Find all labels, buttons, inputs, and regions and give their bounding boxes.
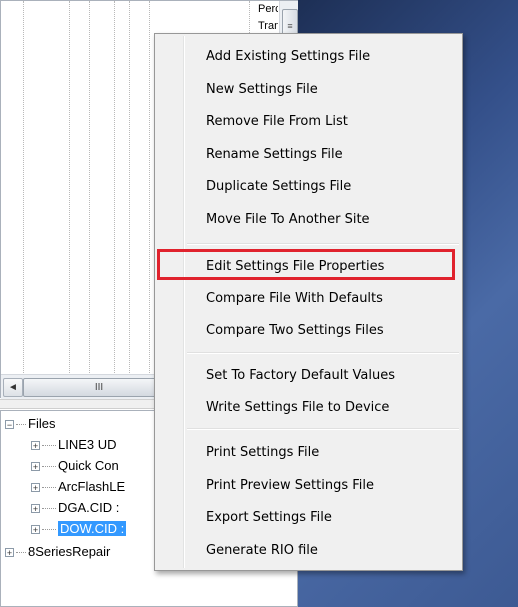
tree-connector <box>42 529 56 531</box>
menu-separator <box>187 428 459 430</box>
tree-item-label: Quick Con <box>58 458 119 473</box>
tree-item-label: DOW.CID : <box>58 521 127 536</box>
expand-icon[interactable]: + <box>31 525 40 535</box>
tree-item[interactable]: + ArcFlashLE <box>31 477 125 497</box>
menu-separator <box>187 352 459 354</box>
menu-item-move-file-to-another-site[interactable]: Move File To Another Site <box>206 208 370 232</box>
menu-item-duplicate-settings-file[interactable]: Duplicate Settings File <box>206 175 351 199</box>
grid-line <box>69 1 70 373</box>
tree-connector <box>42 466 56 468</box>
menu-item-generate-rio-file[interactable]: Generate RIO file <box>206 539 318 563</box>
grid-line <box>23 1 24 373</box>
expand-icon[interactable]: + <box>31 504 40 514</box>
grid-line <box>89 1 90 373</box>
grid-line <box>149 1 150 373</box>
tree-connector <box>42 445 56 447</box>
expand-icon[interactable]: + <box>5 548 14 558</box>
tree-node[interactable]: Perce <box>258 1 278 18</box>
menu-item-rename-settings-file[interactable]: Rename Settings File <box>206 143 343 167</box>
tree-connector <box>16 424 26 426</box>
scroll-left-arrow-icon[interactable]: ◄ <box>3 378 23 397</box>
tree-root-label: Files <box>28 416 56 431</box>
tree-item[interactable]: + DGA.CID : <box>31 498 119 518</box>
menu-item-print-preview-settings-file[interactable]: Print Preview Settings File <box>206 474 374 498</box>
tree-item-label: ArcFlashLE <box>58 479 126 494</box>
menu-item-remove-file-from-list[interactable]: Remove File From List <box>206 110 348 134</box>
grid-line <box>114 1 115 373</box>
grid-line <box>129 1 130 373</box>
menu-item-compare-two-settings-files[interactable]: Compare Two Settings Files <box>206 319 384 343</box>
menu-item-export-settings-file[interactable]: Export Settings File <box>206 506 332 530</box>
tree-root-8seriesrepair[interactable]: +8SeriesRepair <box>5 542 110 562</box>
context-menu: Add Existing Settings File New Settings … <box>154 33 463 571</box>
tree-item-label: DGA.CID : <box>58 500 120 515</box>
tree-item-selected[interactable]: + DOW.CID : <box>31 519 127 539</box>
menu-item-print-settings-file[interactable]: Print Settings File <box>206 441 319 465</box>
tree-connector <box>16 552 26 554</box>
tree-connector <box>42 508 56 510</box>
collapse-icon[interactable]: − <box>5 420 14 430</box>
tree-snippet: Perce Trans <box>258 1 278 35</box>
expand-icon[interactable]: + <box>31 441 40 451</box>
menu-item-write-settings-file-to-device[interactable]: Write Settings File to Device <box>206 396 389 420</box>
menu-item-edit-settings-file-properties[interactable]: Edit Settings File Properties <box>206 255 384 279</box>
menu-separator <box>187 243 459 245</box>
tree-item[interactable]: + LINE3 UD <box>31 435 117 455</box>
menu-item-compare-file-with-defaults[interactable]: Compare File With Defaults <box>206 287 383 311</box>
expand-icon[interactable]: + <box>31 462 40 472</box>
tree-root-label: 8SeriesRepair <box>28 544 111 559</box>
horizontal-scroll-thumb[interactable]: III <box>23 378 175 397</box>
menu-icon-gutter <box>183 36 185 568</box>
tree-connector <box>42 487 56 489</box>
tree-item-label: LINE3 UD <box>58 437 117 452</box>
tree-root-files[interactable]: − Files <box>5 414 55 434</box>
menu-item-set-to-factory-default-values[interactable]: Set To Factory Default Values <box>206 364 395 388</box>
menu-item-new-settings-file[interactable]: New Settings File <box>206 78 318 102</box>
expand-icon[interactable]: + <box>31 483 40 493</box>
menu-item-add-existing-settings-file[interactable]: Add Existing Settings File <box>206 45 370 69</box>
tree-item[interactable]: + Quick Con <box>31 456 119 476</box>
